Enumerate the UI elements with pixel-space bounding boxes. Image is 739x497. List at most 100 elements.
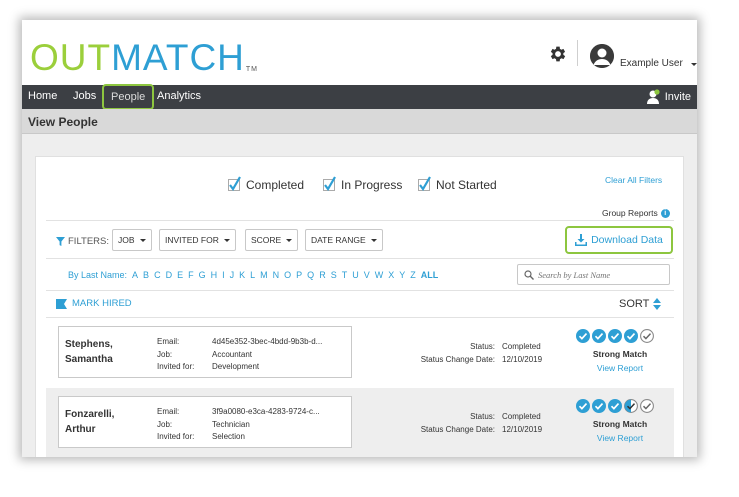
field-values: 3f9a0080-e3ca-4283-9724-c... Technician … bbox=[212, 406, 320, 444]
download-icon bbox=[575, 234, 588, 246]
alphabet-letter-o[interactable]: O bbox=[284, 270, 291, 280]
filter-not-started[interactable]: Not Started bbox=[418, 176, 497, 192]
score-check-full-icon bbox=[576, 329, 590, 343]
main-nav: Home Jobs People Analytics Invite bbox=[22, 84, 697, 110]
view-report-link[interactable]: View Report bbox=[576, 363, 664, 373]
gear-icon[interactable] bbox=[548, 44, 568, 64]
candidate-name[interactable]: Fonzarelli, Arthur bbox=[65, 407, 114, 437]
alphabet-letter-k[interactable]: K bbox=[239, 270, 245, 280]
nav-analytics[interactable]: Analytics bbox=[157, 85, 201, 109]
filter-in-progress-label: In Progress bbox=[341, 178, 403, 192]
date-range-filter-label: DATE RANGE bbox=[311, 235, 366, 245]
date-range-filter-dropdown[interactable]: DATE RANGE bbox=[305, 229, 383, 251]
alphabet-letter-y[interactable]: Y bbox=[399, 270, 405, 280]
alphabet-letter-d[interactable]: D bbox=[166, 270, 173, 280]
chevron-down-icon bbox=[139, 238, 146, 242]
flag-icon bbox=[56, 298, 67, 309]
job-value: Technician bbox=[212, 419, 250, 429]
funnel-icon bbox=[56, 237, 65, 246]
alphabet-label: By Last Name: bbox=[68, 270, 128, 280]
alphabet-letter-v[interactable]: V bbox=[364, 270, 370, 280]
score-icons bbox=[576, 329, 656, 343]
search-input[interactable] bbox=[538, 269, 663, 280]
group-reports-link[interactable]: Group Reports i bbox=[602, 208, 670, 218]
nav-home[interactable]: Home bbox=[28, 85, 57, 109]
alphabet-letter-g[interactable]: G bbox=[199, 270, 206, 280]
alphabet-letter-c[interactable]: C bbox=[154, 270, 161, 280]
mark-hired-label: MARK HIRED bbox=[72, 298, 132, 309]
job-filter-dropdown[interactable]: JOB bbox=[112, 229, 152, 251]
status-date-value: 12/10/2019 bbox=[502, 425, 543, 434]
sort-button[interactable]: SORT bbox=[619, 298, 662, 310]
invited-for-filter-dropdown[interactable]: INVITED FOR bbox=[159, 229, 236, 251]
alphabet-letter-e[interactable]: E bbox=[177, 270, 183, 280]
view-report-link[interactable]: View Report bbox=[576, 433, 664, 443]
divider bbox=[46, 220, 674, 221]
invite-label: Invite bbox=[664, 91, 691, 103]
job-value: Accountant bbox=[212, 349, 253, 359]
score-check-full-icon bbox=[608, 329, 622, 343]
score-check-empty-icon bbox=[640, 399, 654, 413]
checkbox-checked-icon bbox=[228, 176, 241, 191]
alphabet-letter-r[interactable]: R bbox=[319, 270, 326, 280]
divider bbox=[46, 290, 674, 291]
alphabet-letter-p[interactable]: P bbox=[296, 270, 302, 280]
invite-button[interactable]: Invite bbox=[646, 85, 691, 109]
page-title: View People bbox=[28, 115, 98, 129]
download-data-button[interactable]: Download Data bbox=[565, 226, 673, 254]
chevron-down-icon bbox=[370, 238, 377, 242]
add-user-icon bbox=[646, 89, 660, 104]
score-check-full-icon bbox=[592, 399, 606, 413]
candidate-card[interactable]: Fonzarelli, Arthur Email: Job: Invited f… bbox=[58, 396, 352, 448]
score-check-empty-icon bbox=[640, 329, 654, 343]
alphabet-letter-b[interactable]: B bbox=[143, 270, 149, 280]
candidate-name[interactable]: Stephens, Samantha bbox=[65, 337, 113, 367]
score-check-full-icon bbox=[608, 399, 622, 413]
avatar[interactable] bbox=[590, 44, 614, 68]
clear-filters-link[interactable]: Clear All Filters bbox=[605, 175, 662, 185]
alphabet-letter-i[interactable]: I bbox=[222, 270, 225, 280]
status-date-value: 12/10/2019 bbox=[502, 355, 543, 364]
filters-label: FILTERS: bbox=[56, 236, 109, 247]
score-filter-label: SCORE bbox=[251, 235, 282, 245]
alphabet-letter-m[interactable]: M bbox=[260, 270, 268, 280]
alphabet-letter-q[interactable]: Q bbox=[307, 270, 314, 280]
alphabet-letter-u[interactable]: U bbox=[352, 270, 359, 280]
chevron-down-icon bbox=[690, 63, 697, 66]
candidate-card[interactable]: Stephens, Samantha Email: Job: Invited f… bbox=[58, 326, 352, 378]
alphabet-all-link[interactable]: ALL bbox=[421, 270, 439, 280]
search-icon bbox=[524, 269, 534, 280]
score-filter-dropdown[interactable]: SCORE bbox=[245, 229, 299, 251]
chevron-down-icon bbox=[223, 238, 230, 242]
alphabet-letter-x[interactable]: X bbox=[388, 270, 394, 280]
mark-hired-button[interactable]: MARK HIRED bbox=[56, 298, 132, 309]
score-icons bbox=[576, 399, 656, 413]
group-reports-label: Group Reports bbox=[602, 208, 658, 218]
job-label: Job: bbox=[157, 349, 173, 359]
table-row[interactable]: Stephens, Samantha Email: Job: Invited f… bbox=[46, 318, 674, 388]
filter-completed[interactable]: Completed bbox=[228, 176, 304, 192]
nav-people[interactable]: People bbox=[102, 84, 155, 110]
title-bar: View People bbox=[22, 109, 697, 134]
alphabet-letter-f[interactable]: F bbox=[188, 270, 194, 280]
score-check-full-icon bbox=[576, 399, 590, 413]
table-row[interactable]: Fonzarelli, Arthur Email: Job: Invited f… bbox=[46, 388, 674, 457]
alphabet-letter-s[interactable]: S bbox=[331, 270, 337, 280]
info-icon[interactable]: i bbox=[660, 208, 670, 218]
candidate-first-name: Arthur bbox=[65, 424, 96, 435]
alphabet-letter-t[interactable]: T bbox=[342, 270, 348, 280]
alphabet-letter-z[interactable]: Z bbox=[410, 270, 416, 280]
alphabet-letter-a[interactable]: A bbox=[132, 270, 138, 280]
alphabet-letter-w[interactable]: W bbox=[375, 270, 384, 280]
alphabet-letter-l[interactable]: L bbox=[250, 270, 255, 280]
outmatch-logo[interactable]: OUT MATCH TM bbox=[30, 36, 258, 76]
alphabet-letter-j[interactable]: J bbox=[230, 270, 235, 280]
user-menu[interactable]: Example User bbox=[620, 58, 697, 69]
alphabet-letter-n[interactable]: N bbox=[273, 270, 280, 280]
filter-in-progress[interactable]: In Progress bbox=[323, 176, 403, 192]
nav-jobs[interactable]: Jobs bbox=[73, 85, 96, 109]
score-check-half-icon bbox=[624, 399, 638, 413]
status-value: Completed bbox=[502, 342, 541, 351]
alphabet-letter-h[interactable]: H bbox=[211, 270, 218, 280]
search-box[interactable] bbox=[517, 264, 670, 285]
